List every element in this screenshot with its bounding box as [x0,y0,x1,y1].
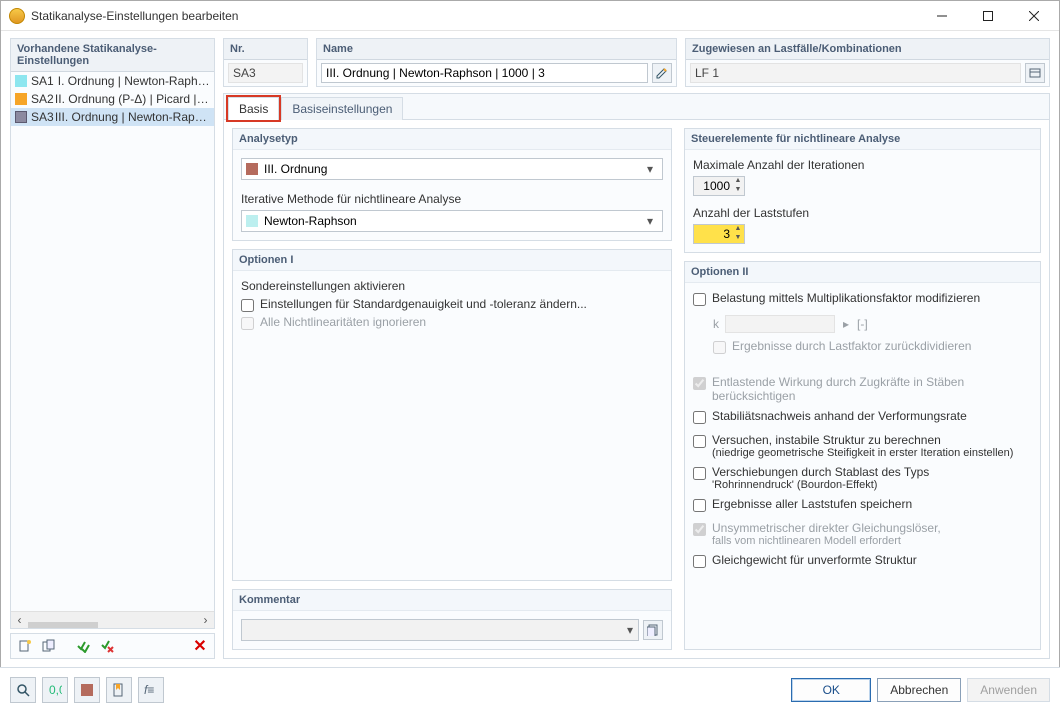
list-id: SA3 [31,110,55,124]
chevron-right-icon: ▸ [841,317,851,331]
scroll-right-button[interactable]: › [197,612,214,629]
chevron-down-icon: ▾ [642,214,658,228]
list-item[interactable]: SA1 I. Ordnung | Newton-Raphson [11,72,214,90]
close-button[interactable] [1011,1,1057,31]
analysis-method-combo[interactable]: Newton-Raphson ▾ [241,210,663,232]
swatch-icon [15,75,27,87]
window-title: Statikanalyse-Einstellungen bearbeiten [31,9,919,23]
comment-combo[interactable]: ▾ [241,619,639,641]
checkbox-undeformed[interactable]: Gleichgewicht für unverformte Struktur [693,553,1032,571]
list-item[interactable]: SA2 II. Ordnung (P-Δ) | Picard | 100 | 1 [11,90,214,108]
apply-button: Anwenden [967,678,1050,702]
checkbox-asymmetric-solver: Unsymmetrischer direkter Gleichungslöser… [693,521,1032,547]
checkbox-modify-factor[interactable]: Belastung mittels Multiplikationsfaktor … [693,291,1032,309]
checkbox-label: Gleichgewicht für unverformte Struktur [712,553,917,567]
k-label: k [713,317,719,331]
checkbox-stability[interactable]: Stabiliätsnachweis anhand der Verformung… [693,409,1032,427]
checkbox-try-unstable[interactable]: Versuchen, instabile Struktur zu berechn… [693,433,1032,459]
k-input [725,315,835,333]
chevron-down-icon: ▾ [642,162,658,176]
options1-activate-label: Sondereinstellungen aktivieren [241,279,663,293]
stepper-input[interactable] [694,179,732,193]
load-steps-label: Anzahl der Laststufen [693,206,1032,220]
delete-button[interactable]: ✕ [190,636,210,656]
checkbox-label: Entlastende Wirkung durch Zugkräfte in S… [712,375,1032,403]
nr-value: SA3 [228,63,303,83]
load-steps-stepper[interactable]: ▲▼ [693,224,745,244]
color-button[interactable] [74,677,100,703]
analysis-type-header: Analysetyp [233,129,671,150]
options1-header: Optionen I [233,250,671,271]
nr-header: Nr. [224,39,307,60]
function-button[interactable]: f≡ [138,677,164,703]
checkbox-label: Unsymmetrischer direkter Gleichungslöser… [712,521,941,547]
new-button[interactable] [15,636,35,656]
checkbox-label: Stabiliätsnachweis anhand der Verformung… [712,409,967,423]
options2-header: Optionen II [685,262,1040,283]
checkbox-ignore-nonlin: Alle Nichtlinearitäten ignorieren [241,315,663,333]
ok-button[interactable]: OK [791,678,871,702]
assigned-value: LF 1 [690,63,1021,83]
svg-text:0,00: 0,00 [49,683,62,697]
method-label: Iterative Methode für nichtlineare Analy… [241,192,663,206]
copy-button[interactable] [39,636,59,656]
scroll-left-button[interactable]: ‹ [11,612,28,629]
list-text: III. Ordnung | Newton-Raphson | 1 [55,110,210,124]
check-cross-button[interactable] [97,636,117,656]
name-header: Name [317,39,676,60]
assigned-header: Zugewiesen an Lastfälle/Kombinationen [686,39,1049,60]
list-text: I. Ordnung | Newton-Raphson [58,74,210,88]
find-button[interactable] [10,677,36,703]
chevron-down-icon: ▾ [622,623,638,637]
tab-basis[interactable]: Basis [228,97,279,120]
combo-value: III. Ordnung [264,162,642,176]
checkbox-label: Verschiebungen durch Stablast des Typs '… [712,465,929,491]
checkbox-label: Ergebnisse durch Lastfaktor zurückdividi… [732,339,971,353]
checkbox-save-steps[interactable]: Ergebnisse aller Laststufen speichern [693,497,1032,515]
edit-name-button[interactable] [652,63,672,83]
k-unit: [-] [857,317,868,331]
checkbox-label: Versuchen, instabile Struktur zu berechn… [712,433,1013,459]
checkbox-label: Einstellungen für Standardgenauigkeit un… [260,297,587,311]
comment-edit-button[interactable] [643,620,663,640]
list-text: II. Ordnung (P-Δ) | Picard | 100 | 1 [55,92,210,106]
swatch-icon [246,215,258,227]
swatch-icon [15,93,27,105]
svg-text:f≡: f≡ [144,683,154,697]
analysis-order-combo[interactable]: III. Ordnung ▾ [241,158,663,180]
minimize-button[interactable] [919,1,965,31]
controls-header: Steuerelemente für nichtlineare Analyse [685,129,1040,150]
list-id: SA2 [31,92,55,106]
maximize-button[interactable] [965,1,1011,31]
checkbox-label: Alle Nichtlinearitäten ignorieren [260,315,426,329]
check-green-button[interactable] [73,636,93,656]
swatch-icon [15,111,27,123]
name-input[interactable] [321,63,648,83]
horizontal-scrollbar[interactable]: ‹ › [11,611,214,628]
max-iter-label: Maximale Anzahl der Iterationen [693,158,1032,172]
checkbox-divide-by-factor: Ergebnisse durch Lastfaktor zurückdividi… [713,339,1032,357]
stepper-input[interactable] [694,227,732,241]
bookmark-button[interactable] [106,677,132,703]
left-list-header: Vorhandene Statikanalyse-Einstellungen [11,39,214,72]
combo-value: Newton-Raphson [264,214,642,228]
decimal-button[interactable]: 0,00 [42,677,68,703]
list-id: SA1 [31,74,58,88]
comment-header: Kommentar [233,590,671,611]
checkbox-label: Ergebnisse aller Laststufen speichern [712,497,912,511]
checkbox-standard-accuracy[interactable]: Einstellungen für Standardgenauigkeit un… [241,297,663,315]
tab-basis-settings[interactable]: Basiseinstellungen [281,97,403,120]
checkbox-bourdon[interactable]: Verschiebungen durch Stablast des Typs '… [693,465,1032,491]
list-item[interactable]: SA3 III. Ordnung | Newton-Raphson | 1 [11,108,214,126]
swatch-icon [246,163,258,175]
assigned-details-button[interactable] [1025,63,1045,83]
app-icon [9,8,25,24]
checkbox-relief-tension: Entlastende Wirkung durch Zugkräfte in S… [693,375,1032,403]
cancel-button[interactable]: Abbrechen [877,678,961,702]
checkbox-label: Belastung mittels Multiplikationsfaktor … [712,291,980,305]
max-iterations-stepper[interactable]: ▲▼ [693,176,745,196]
